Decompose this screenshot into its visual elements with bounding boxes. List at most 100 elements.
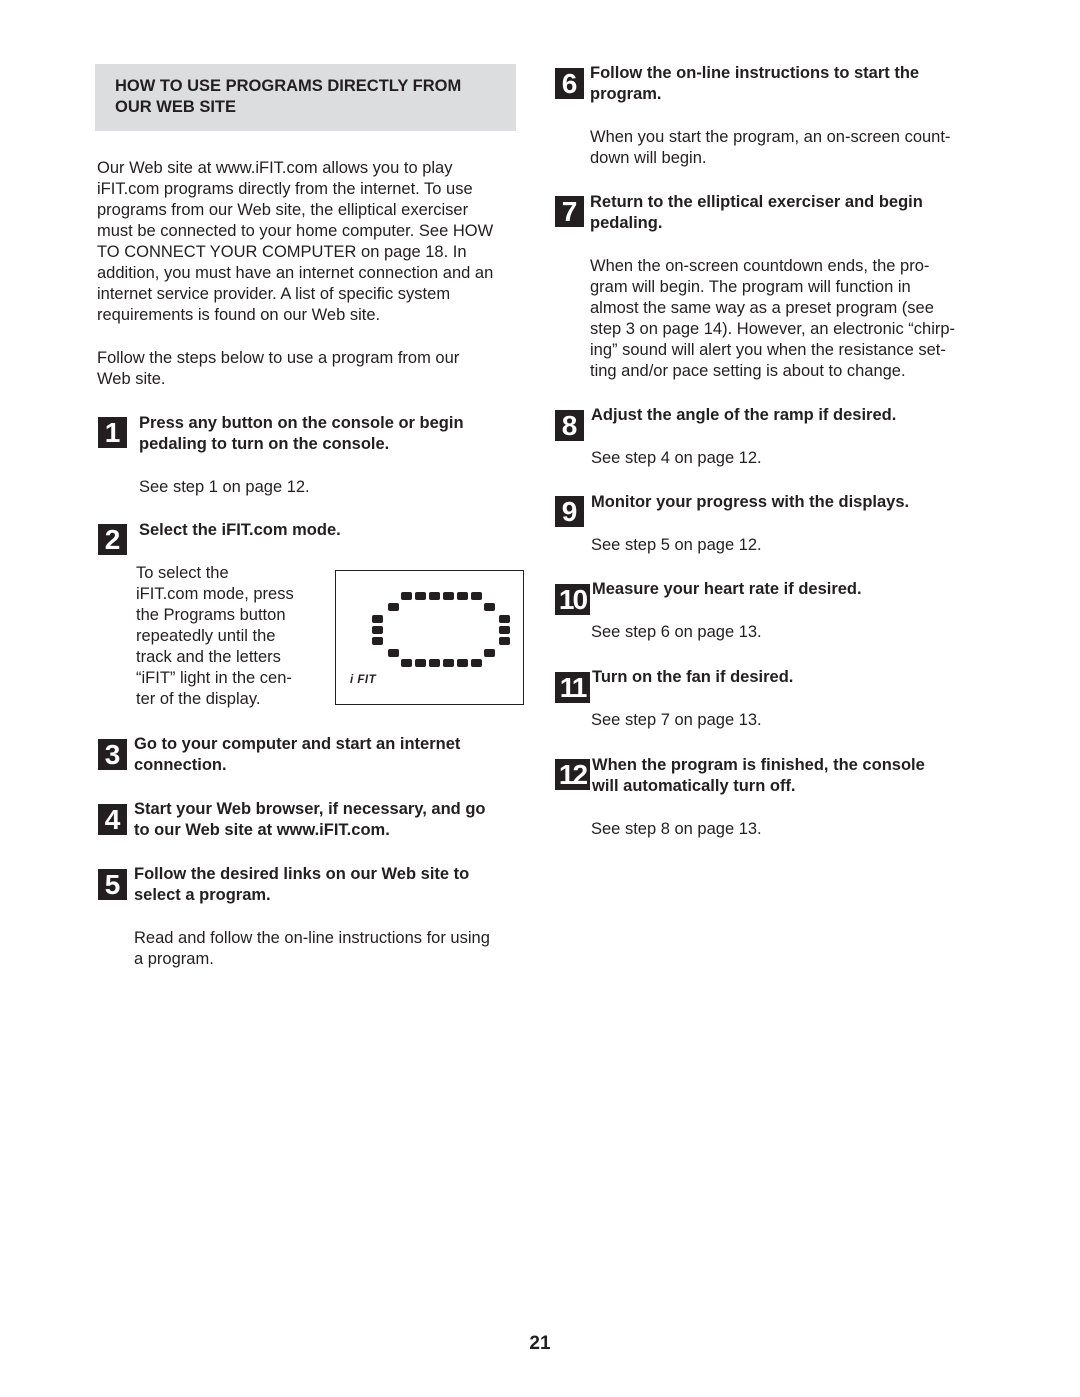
- text-line: See step 4 on page 12.: [591, 449, 762, 467]
- text-line: Web site.: [97, 370, 166, 388]
- track-segment: [388, 649, 399, 657]
- text-line: programs from our Web site, the elliptic…: [97, 201, 469, 219]
- text-line: down will begin.: [590, 149, 707, 167]
- step-number-badge: 1: [98, 417, 127, 448]
- track-segment: [372, 626, 383, 634]
- text-line: See step 1 on page 12.: [139, 478, 310, 496]
- text-line: pedaling to turn on the console.: [139, 435, 390, 453]
- step-number-badge: 9: [555, 496, 584, 527]
- console-display-illustration: i FIT: [335, 570, 524, 705]
- step-body: When you start the program, an on-screen…: [590, 127, 950, 169]
- step-number-badge: 6: [555, 68, 584, 99]
- section-title-line: OUR WEB SITE: [115, 98, 237, 116]
- step-body: Read and follow the on-line instructions…: [134, 928, 490, 970]
- text-line: Start your Web browser, if necessary, an…: [134, 800, 486, 818]
- track-segment: [484, 603, 495, 611]
- section-header: HOW TO USE PROGRAMS DIRECTLY FROM OUR WE…: [95, 64, 516, 131]
- step-number-badge: 7: [555, 196, 584, 227]
- step-body: See step 6 on page 13.: [591, 622, 762, 643]
- step-number-badge: 3: [98, 739, 127, 770]
- step-body: See step 4 on page 12.: [591, 448, 762, 469]
- text-line: Measure your heart rate if desired.: [592, 580, 862, 598]
- text-line: When the on-screen countdown ends, the p…: [590, 257, 930, 275]
- track-segment: [471, 592, 482, 600]
- step-number-badge: 11: [555, 672, 590, 703]
- intro-paragraph: Our Web site at www.iFIT.com allows you …: [97, 158, 537, 326]
- text-line: select a program.: [134, 886, 271, 904]
- text-line: See step 6 on page 13.: [591, 623, 762, 641]
- track-segment: [443, 659, 454, 667]
- step-body: When the on-screen countdown ends, the p…: [590, 256, 955, 382]
- text-line: track and the letters: [136, 648, 281, 666]
- text-line: See step 5 on page 12.: [591, 536, 762, 554]
- step-title: Go to your computer and start an interne…: [134, 734, 460, 776]
- track-segment: [388, 603, 399, 611]
- step-body: See step 7 on page 13.: [591, 710, 762, 731]
- text-line: almost the same way as a preset program …: [590, 299, 934, 317]
- text-line: Go to your computer and start an interne…: [134, 735, 461, 753]
- text-line: Follow the steps below to use a program …: [97, 349, 460, 367]
- intro-paragraph-2: Follow the steps below to use a program …: [97, 348, 537, 390]
- step-title: Monitor your progress with the displays.: [591, 492, 909, 513]
- text-line: iFIT.com mode, press: [136, 585, 294, 603]
- track-segment: [429, 659, 440, 667]
- step-number-badge: 8: [555, 410, 584, 441]
- text-line: gram will begin. The program will functi…: [590, 278, 911, 296]
- step-title: Follow the on-line instructions to start…: [590, 63, 919, 105]
- step-title: Follow the desired links on our Web site…: [134, 864, 469, 906]
- step-number-badge: 5: [98, 869, 127, 900]
- step-title: Measure your heart rate if desired.: [592, 579, 862, 600]
- track-segment: [415, 592, 426, 600]
- text-line: the Programs button: [136, 606, 286, 624]
- step-title: Press any button on the console or begin…: [139, 413, 464, 455]
- text-line: repeatedly until the: [136, 627, 276, 645]
- step-title: Adjust the angle of the ramp if desired.: [591, 405, 896, 426]
- text-line: iFIT.com programs directly from the inte…: [97, 180, 473, 198]
- text-line: When the program is finished, the consol…: [592, 756, 925, 774]
- text-line: a program.: [134, 950, 214, 968]
- track-segment: [372, 615, 383, 623]
- text-line: Follow the desired links on our Web site…: [134, 865, 470, 883]
- ifit-indicator-label: i FIT: [350, 674, 377, 686]
- text-line: pedaling.: [590, 214, 663, 232]
- track-segment: [372, 637, 383, 645]
- text-line: ting and/or pace setting is about to cha…: [590, 362, 906, 380]
- text-line: See step 8 on page 13.: [591, 820, 762, 838]
- step-number-badge: 2: [98, 524, 127, 555]
- text-line: will automatically turn off.: [592, 777, 796, 795]
- step-number-badge: 10: [555, 584, 590, 615]
- text-line: program.: [590, 85, 662, 103]
- text-line: ing” sound will alert you when the resis…: [590, 341, 946, 359]
- track-segment: [457, 592, 468, 600]
- step-number-badge: 4: [98, 804, 127, 835]
- section-title-line: HOW TO USE PROGRAMS DIRECTLY FROM: [115, 77, 462, 95]
- text-line: To select the: [136, 564, 229, 582]
- text-line: ter of the display.: [136, 690, 261, 708]
- text-line: must be connected to your home computer.…: [97, 222, 494, 240]
- page-number: 21: [529, 1333, 551, 1354]
- track-segment: [484, 649, 495, 657]
- text-line: When you start the program, an on-screen…: [590, 128, 951, 146]
- text-line: Monitor your progress with the displays.: [591, 493, 910, 511]
- text-line: Select the iFIT.com mode.: [139, 521, 341, 539]
- track-segment: [499, 615, 510, 623]
- track-segment: [401, 592, 412, 600]
- step-body: See step 5 on page 12.: [591, 535, 762, 556]
- track-segment: [443, 592, 454, 600]
- track-segment: [429, 592, 440, 600]
- track-segment: [499, 626, 510, 634]
- section-title: HOW TO USE PROGRAMS DIRECTLY FROM OUR WE…: [115, 76, 515, 118]
- step-title: Select the iFIT.com mode.: [139, 520, 341, 541]
- text-line: “iFIT” light in the cen-: [136, 669, 292, 687]
- text-line: step 3 on page 14). However, an electron…: [590, 320, 956, 338]
- text-line: internet service provider. A list of spe…: [97, 285, 451, 303]
- track-segment: [401, 659, 412, 667]
- text-line: Read and follow the on-line instructions…: [134, 929, 490, 947]
- step-title: Turn on the fan if desired.: [592, 667, 793, 688]
- text-line: to our Web site at www.iFIT.com.: [134, 821, 390, 839]
- text-line: connection.: [134, 756, 227, 774]
- text-line: Adjust the angle of the ramp if desired.: [591, 406, 897, 424]
- step-title: Return to the elliptical exerciser and b…: [590, 192, 923, 234]
- text-line: addition, you must have an internet conn…: [97, 264, 494, 282]
- text-line: Press any button on the console or begin: [139, 414, 464, 432]
